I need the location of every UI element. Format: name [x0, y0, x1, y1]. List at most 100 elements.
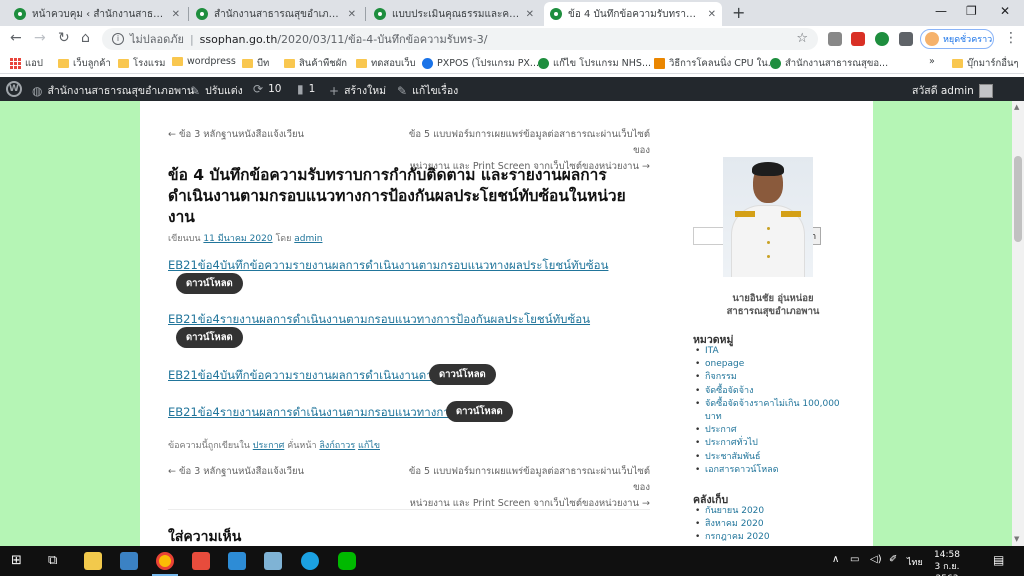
bookmark-link[interactable]: PXPOS (โปรแกรม PX... — [422, 56, 539, 71]
admin-account[interactable]: สวัสดี admin — [912, 82, 993, 99]
post-author-link[interactable]: admin — [294, 234, 322, 244]
bookmark-link[interactable]: วิธีการโคลนนิ่ง CPU ใน... — [654, 56, 777, 71]
admin-customize[interactable]: ✎ ปรับแต่ง — [190, 82, 243, 99]
folder-icon — [356, 59, 367, 68]
admin-edit-post[interactable]: ✎ แก้ไขเรื่อง — [397, 82, 458, 99]
profile-paused-button[interactable]: หยุดชั่วคราว — [920, 29, 994, 49]
category-item[interactable]: ประชาสัมพันธ์ — [693, 451, 843, 464]
language-indicator[interactable]: ไทย — [907, 555, 923, 569]
previous-post-link[interactable]: ← ข้อ 3 หลักฐานหนังสือแจ้งเวียน — [168, 127, 304, 143]
bookmark-folder[interactable]: wordpress — [172, 56, 236, 67]
download-button[interactable]: ดาวน์โหลด — [446, 401, 513, 422]
bookmark-folder[interactable]: บีท — [242, 56, 269, 71]
admin-updates[interactable]: ⟳ 10 — [253, 82, 281, 96]
pen-icon[interactable]: ✐ — [889, 554, 897, 565]
file-download-link[interactable]: EB21ข้อ4บันทึกข้อความรายงานผลการดำเนินงา… — [168, 367, 433, 385]
store-icon[interactable] — [120, 552, 138, 570]
apps-grid-icon — [10, 58, 21, 69]
tab-3[interactable]: แบบประเมินคุณธรรมและความโปร่งใสใน ✕ — [368, 2, 540, 26]
profile-status: หยุดชั่วคราว — [943, 35, 993, 45]
category-item[interactable]: กิจกรรม — [693, 371, 843, 384]
tab-1[interactable]: หน้าควบคุม ‹ สำนักงานสาธารณสุขอำ ✕ — [8, 2, 186, 26]
back-arrow-icon[interactable]: ← — [10, 30, 22, 46]
line-app-icon[interactable] — [338, 552, 356, 570]
extension-icon[interactable] — [851, 32, 865, 46]
scroll-down-icon[interactable]: ▼ — [1014, 535, 1019, 543]
bookmark-link[interactable]: แก๊ไข โปรแกรม NHS... — [538, 56, 651, 71]
minimize-button[interactable]: — — [935, 4, 947, 18]
notifications-icon[interactable]: ▤ — [993, 553, 1004, 567]
restore-button[interactable]: ❐ — [966, 4, 977, 18]
extensions-puzzle-icon[interactable] — [899, 32, 913, 46]
wordpress-logo-icon[interactable]: W — [6, 81, 22, 97]
category-link[interactable]: ประกาศ — [253, 441, 285, 451]
bookmark-folder[interactable]: ทดสอบเว็บ — [356, 56, 416, 71]
home-icon[interactable]: ⌂ — [81, 30, 90, 46]
windows-taskbar: ⊞ ⧉ ∧ ▭ ◁) ✐ ไทย 14:58 3 ก.ย. 2563 ▤ — [0, 546, 1024, 576]
tab-4-active[interactable]: ข้อ 4 บันทึกข้อความรับทราบการกำกับ ✕ — [544, 2, 722, 26]
bookmark-apps[interactable]: แอป — [10, 56, 43, 71]
paint-icon[interactable] — [264, 552, 282, 570]
admin-new-content[interactable]: + สร้างใหม่ — [329, 82, 386, 99]
task-view-icon[interactable]: ⧉ — [48, 553, 57, 568]
network-icon[interactable]: ▭ — [850, 554, 859, 565]
archive-item[interactable]: กรกฎาคม 2020 — [693, 531, 843, 544]
windows-start-icon[interactable]: ⊞ — [11, 553, 22, 568]
download-button[interactable]: ดาวน์โหลด — [176, 273, 243, 294]
admin-site-name[interactable]: ◍ สำนักงานสาธารณสุขอำเภอพาน — [32, 82, 194, 99]
extension-icon[interactable] — [828, 32, 842, 46]
system-clock[interactable]: 14:58 3 ก.ย. 2563 — [922, 549, 972, 576]
reload-icon[interactable]: ↻ — [58, 30, 70, 46]
bookmark-folder[interactable]: โรงแรม — [118, 56, 165, 71]
download-button[interactable]: ดาวน์โหลด — [176, 327, 243, 348]
download-button[interactable]: ดาวน์โหลด — [429, 364, 496, 385]
edge-icon[interactable] — [301, 552, 319, 570]
bookmark-other[interactable]: บุ๊กมาร์กอื่นๆ — [952, 56, 1019, 71]
menu-dots-icon[interactable]: ⋮ — [1004, 30, 1018, 46]
close-window-button[interactable]: ✕ — [1000, 4, 1010, 18]
mail-icon[interactable] — [228, 552, 246, 570]
bookmarks-overflow[interactable]: » — [929, 56, 935, 67]
previous-post-link[interactable]: ← ข้อ 3 หลักฐานหนังสือแจ้งเวียน — [168, 464, 304, 480]
archive-item[interactable]: กันยายน 2020 — [693, 505, 843, 518]
bookmark-star-icon[interactable]: ☆ — [796, 31, 808, 46]
next-post-link[interactable]: ข้อ 5 แบบฟอร์มการเผยแพร่ข้อมูลต่อสาธารณะ… — [402, 464, 650, 512]
bookmark-link[interactable]: สำนักงานสาธารณสุขอ... — [770, 56, 888, 71]
permalink[interactable]: ลิงก์ถาวร — [319, 441, 355, 451]
close-tab-icon[interactable]: ✕ — [348, 9, 356, 20]
extension-icon[interactable] — [875, 32, 889, 46]
category-item[interactable]: เอกสารดาวน์โหลด — [693, 464, 843, 477]
page-scrollbar[interactable]: ▲ ▼ — [1012, 101, 1024, 546]
tab-2[interactable]: สำนักงานสาธารณสุขอำเภอพาน | Pha ✕ — [190, 2, 362, 26]
file-download-link[interactable]: EB21ข้อ4รายงานผลการดำเนินงานตามกรอบแนวทา… — [168, 404, 450, 422]
category-item[interactable]: จัดซื้อจัดจ้าง — [693, 385, 843, 398]
info-icon[interactable]: i — [112, 33, 124, 45]
tab-title: แบบประเมินคุณธรรมและความโปร่งใสใน — [392, 8, 520, 20]
close-tab-icon[interactable]: ✕ — [708, 9, 716, 20]
category-item[interactable]: ITA — [693, 345, 843, 358]
tray-chevron-icon[interactable]: ∧ — [832, 554, 839, 565]
category-item[interactable]: onepage — [693, 358, 843, 371]
scrollbar-thumb[interactable] — [1014, 156, 1022, 242]
category-item[interactable]: ประกาศทั่วไป — [693, 437, 843, 450]
post-date-link[interactable]: 11 มีนาคม 2020 — [203, 234, 272, 244]
address-bar[interactable]: i ไม่ปลอดภัย | ssophan.go.th /2020/03/11… — [102, 28, 818, 50]
new-tab-button[interactable]: + — [732, 3, 745, 22]
file-explorer-icon[interactable] — [84, 552, 102, 570]
close-tab-icon[interactable]: ✕ — [526, 9, 534, 20]
forward-arrow-icon[interactable]: → — [34, 30, 46, 46]
admin-comments[interactable]: ▮ 1 — [297, 82, 315, 96]
edit-link[interactable]: แก้ไข — [358, 441, 380, 451]
archive-item[interactable]: สิงหาคม 2020 — [693, 518, 843, 531]
chrome-icon[interactable] — [156, 552, 174, 570]
volume-icon[interactable]: ◁) — [870, 554, 882, 565]
bookmark-folder[interactable]: เว็บลูกค้า — [58, 56, 111, 71]
category-item[interactable]: ประกาศ — [693, 424, 843, 437]
post-meta: เขียนบน 11 มีนาคม 2020 โดย admin — [168, 234, 323, 244]
bookmark-folder[interactable]: สินค้าพืชผัก — [284, 56, 347, 71]
close-tab-icon[interactable]: ✕ — [172, 9, 180, 20]
app-icon[interactable] — [192, 552, 210, 570]
category-item[interactable]: จัดซื้อจัดจ้างราคาไม่เกิน 100,000 บาท — [693, 398, 843, 424]
scroll-up-icon[interactable]: ▲ — [1014, 103, 1019, 111]
reply-title: ใส่ความเห็น — [168, 529, 242, 545]
